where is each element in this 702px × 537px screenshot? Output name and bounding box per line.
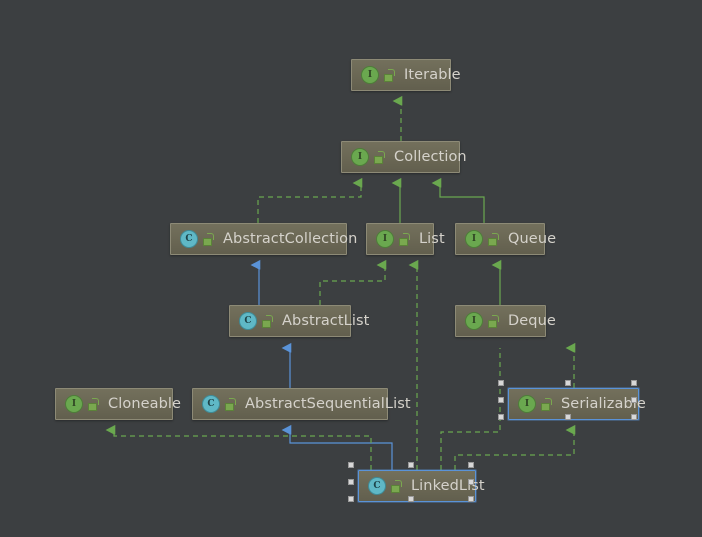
resize-handle-w-serializable[interactable]	[498, 397, 504, 403]
interface-icon: I	[465, 230, 483, 248]
uml-node-label: Cloneable	[108, 395, 182, 412]
class-icon: C	[239, 312, 257, 330]
lock-icon	[488, 232, 501, 246]
uml-node-label: AbstractCollection	[223, 230, 358, 247]
uml-node-collection[interactable]: I Collection	[341, 141, 467, 173]
lock-icon	[399, 232, 412, 246]
resize-handle-s-linked-list[interactable]	[408, 496, 414, 502]
lock-icon	[262, 314, 275, 328]
uml-node-cloneable[interactable]: I Cloneable	[55, 388, 181, 420]
lock-icon	[391, 479, 404, 493]
uml-node-abstract-collection[interactable]: C AbstractCollection	[170, 223, 357, 255]
resize-handle-nw-linked-list[interactable]	[348, 462, 354, 468]
class-icon: C	[368, 477, 386, 495]
resize-handle-n-serializable[interactable]	[565, 380, 571, 386]
uml-node-label: Queue	[508, 230, 557, 247]
lock-icon	[374, 150, 387, 164]
interface-icon: I	[361, 66, 379, 84]
lock-icon	[225, 397, 238, 411]
resize-handle-e-serializable[interactable]	[631, 397, 637, 403]
edge-abstractcollection-to-collection	[257, 183, 361, 223]
edge-queue-to-collection	[440, 183, 485, 223]
uml-node-label: Collection	[394, 148, 467, 165]
resize-handle-w-linked-list[interactable]	[348, 479, 354, 485]
resize-handle-se-linked-list[interactable]	[468, 496, 474, 502]
edge-abstractlist-to-list	[319, 265, 385, 305]
interface-icon: I	[65, 395, 83, 413]
resize-handle-sw-serializable[interactable]	[498, 414, 504, 420]
uml-node-label: Deque	[508, 312, 556, 329]
uml-node-abstract-list[interactable]: C AbstractList	[229, 305, 369, 337]
uml-node-linked-list[interactable]: C LinkedList	[358, 470, 485, 502]
uml-node-deque[interactable]: I Deque	[455, 305, 556, 337]
uml-node-serializable[interactable]: I Serializable	[508, 388, 646, 420]
class-icon: C	[202, 395, 220, 413]
uml-diagram-canvas[interactable]: I Iterable I Collection C AbstractCollection I…	[0, 0, 702, 537]
edge-linkedlist-to-cloneable	[114, 430, 372, 470]
edge-linkedlist-to-abstractsequentiallist	[290, 430, 393, 470]
resize-handle-se-serializable[interactable]	[631, 414, 637, 420]
lock-icon	[203, 232, 216, 246]
uml-node-label: List	[419, 230, 445, 247]
uml-node-abstract-sequential-list[interactable]: C AbstractSequentialList	[192, 388, 411, 420]
uml-node-list[interactable]: I List	[366, 223, 445, 255]
interface-icon: I	[465, 312, 483, 330]
resize-handle-e-linked-list[interactable]	[468, 479, 474, 485]
interface-icon: I	[376, 230, 394, 248]
uml-node-label: AbstractList	[282, 312, 370, 329]
uml-node-queue[interactable]: I Queue	[455, 223, 556, 255]
lock-icon	[88, 397, 101, 411]
class-icon: C	[180, 230, 198, 248]
resize-handle-sw-linked-list[interactable]	[348, 496, 354, 502]
lock-icon	[384, 68, 397, 82]
resize-handle-nw-serializable[interactable]	[498, 380, 504, 386]
interface-icon: I	[518, 395, 536, 413]
interface-icon: I	[351, 148, 369, 166]
resize-handle-ne-linked-list[interactable]	[468, 462, 474, 468]
resize-handle-s-serializable[interactable]	[565, 414, 571, 420]
uml-node-label: AbstractSequentialList	[245, 395, 411, 412]
uml-node-label: Iterable	[404, 66, 461, 83]
lock-icon	[488, 314, 501, 328]
uml-node-iterable[interactable]: I Iterable	[351, 59, 461, 91]
resize-handle-n-linked-list[interactable]	[408, 462, 414, 468]
edge-linkedlist-to-deque	[440, 348, 501, 470]
resize-handle-ne-serializable[interactable]	[631, 380, 637, 386]
lock-icon	[541, 397, 554, 411]
